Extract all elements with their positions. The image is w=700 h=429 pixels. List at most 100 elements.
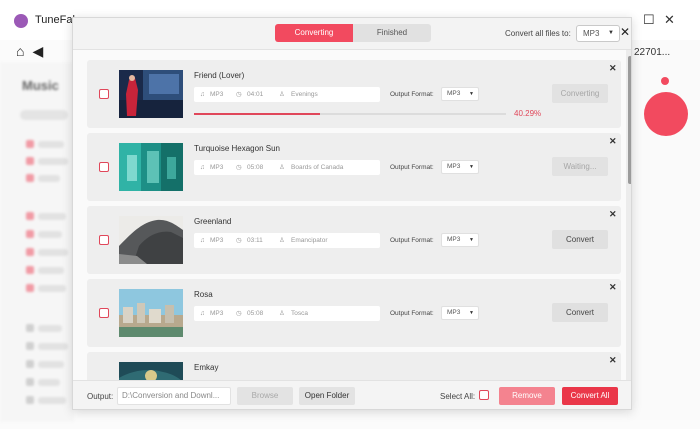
song-meta: ♫ MP3 ◷ 05:08 ♙ Boards of Canada (194, 160, 380, 175)
sidebar-item[interactable] (38, 379, 60, 386)
song-format: MP3 (210, 91, 224, 98)
convert-button[interactable]: Convert (552, 230, 608, 249)
waiting-button[interactable]: Waiting... (552, 157, 608, 176)
output-format-select[interactable]: MP3 ▼ (441, 160, 479, 174)
sidebar-search[interactable] (20, 110, 68, 120)
convert-all-button[interactable]: Convert All (562, 387, 618, 405)
song-card: Rosa ♫ MP3 ◷ 05:08 ♙ Tosca Output Format… (87, 279, 621, 347)
back-icon[interactable]: ◀ (32, 43, 51, 59)
convert-all-format-select[interactable]: MP3 ▼ (576, 25, 620, 42)
sidebar-item[interactable] (38, 249, 68, 256)
remove-button[interactable]: Remove (499, 387, 555, 405)
open-folder-button[interactable]: Open Folder (299, 387, 355, 405)
output-format-value: MP3 (447, 236, 461, 243)
home-icon[interactable]: ⌂ (16, 43, 32, 59)
floating-convert-button[interactable] (644, 92, 688, 136)
song-title: Emkay (194, 363, 219, 372)
song-checkbox[interactable] (99, 308, 109, 318)
song-card: Turquoise Hexagon Sun ♫ MP3 ◷ 05:08 ♙ Bo… (87, 133, 621, 201)
dialog-footer: Output: D:\Conversion and Downl... Brows… (73, 380, 631, 409)
chevron-down-icon: ▼ (469, 310, 474, 316)
app-logo-icon (14, 14, 28, 28)
convert-button[interactable]: Convert (552, 303, 608, 322)
album-art (119, 70, 183, 118)
output-format-select[interactable]: MP3 ▼ (441, 306, 479, 320)
scrollbar-thumb[interactable] (628, 56, 631, 184)
sidebar-item[interactable] (38, 397, 66, 404)
sidebar-item-icon (26, 360, 34, 368)
sidebar-item[interactable] (38, 361, 64, 368)
song-card: Friend (Lover) ♫ MP3 ◷ 04:01 ♙ Evenings … (87, 60, 621, 128)
chevron-down-icon: ▼ (608, 30, 614, 36)
sidebar-item[interactable] (38, 231, 62, 238)
sidebar-item[interactable] (38, 325, 62, 332)
sidebar: Music (0, 62, 74, 422)
song-artist: Tosca (291, 310, 308, 317)
tab-finished[interactable]: Finished (353, 24, 431, 42)
progress-fill (194, 113, 320, 115)
song-title: Greenland (194, 217, 232, 226)
close-icon[interactable]: ✕ (609, 136, 617, 147)
browse-button[interactable]: Browse (237, 387, 293, 405)
output-format-label: Output Format: (390, 310, 434, 317)
song-duration: 05:08 (247, 310, 264, 317)
dialog-header: Converting Finished Convert all files to… (73, 18, 631, 50)
output-format-label: Output Format: (390, 91, 434, 98)
person-icon: ♙ (279, 164, 285, 171)
close-icon[interactable]: ✕ (609, 355, 617, 366)
clock-icon: ◷ (236, 310, 242, 317)
converting-button[interactable]: Converting (552, 84, 608, 103)
sidebar-item-icon (26, 230, 34, 238)
sidebar-item[interactable] (38, 343, 68, 350)
close-icon[interactable]: ✕ (609, 209, 617, 220)
sidebar-brand: Music (22, 78, 59, 93)
song-list: Friend (Lover) ♫ MP3 ◷ 04:01 ♙ Evenings … (73, 50, 631, 380)
sidebar-item[interactable] (38, 285, 66, 292)
output-format-value: MP3 (447, 309, 461, 316)
song-checkbox[interactable] (99, 235, 109, 245)
output-label: Output: (87, 392, 114, 401)
song-title: Friend (Lover) (194, 71, 245, 80)
album-art (119, 289, 183, 337)
sidebar-item-icon (26, 157, 34, 165)
output-format-select[interactable]: MP3 ▼ (441, 233, 479, 247)
sidebar-item-icon (26, 174, 34, 182)
album-art (119, 143, 183, 191)
user-id[interactable]: 22701... (634, 47, 670, 58)
output-path-field[interactable]: D:\Conversion and Downl... (117, 387, 231, 405)
sidebar-item[interactable] (38, 175, 60, 182)
close-icon[interactable]: ✕ (620, 25, 630, 39)
sidebar-item-icon (26, 378, 34, 386)
chevron-down-icon: ▼ (469, 237, 474, 243)
sidebar-item[interactable] (38, 267, 64, 274)
close-icon[interactable]: ✕ (609, 282, 617, 293)
output-format-label: Output Format: (390, 237, 434, 244)
song-duration: 03:11 (247, 237, 263, 244)
convert-all-format-value: MP3 (583, 29, 600, 38)
album-art (119, 362, 183, 380)
song-artist: Boards of Canada (291, 164, 344, 171)
music-note-icon: ♫ (200, 164, 205, 171)
window-close-icon[interactable]: ✕ (664, 12, 675, 28)
song-checkbox[interactable] (99, 162, 109, 172)
sidebar-item[interactable] (38, 158, 68, 165)
close-icon[interactable]: ✕ (609, 63, 617, 74)
maximize-icon[interactable]: ☐ (643, 12, 655, 28)
output-format-label: Output Format: (390, 164, 434, 171)
chevron-down-icon: ▼ (469, 164, 474, 170)
sidebar-item-icon (26, 248, 34, 256)
clock-icon: ◷ (236, 237, 242, 244)
song-meta: ♫ MP3 ◷ 03:11 ♙ Emancipator (194, 233, 380, 248)
output-format-select[interactable]: MP3 ▼ (441, 87, 479, 101)
song-format: MP3 (210, 164, 224, 171)
song-meta: ♫ MP3 ◷ 04:01 ♙ Evenings (194, 87, 380, 102)
tab-converting[interactable]: Converting (275, 24, 353, 42)
select-all-checkbox[interactable] (479, 390, 489, 400)
sidebar-item[interactable] (38, 213, 66, 220)
song-checkbox[interactable] (99, 89, 109, 99)
converter-dialog: Converting Finished Convert all files to… (72, 17, 632, 410)
sidebar-item[interactable] (38, 141, 64, 148)
song-title: Turquoise Hexagon Sun (194, 144, 280, 153)
sidebar-item-icon (26, 324, 34, 332)
sidebar-item-icon (26, 284, 34, 292)
